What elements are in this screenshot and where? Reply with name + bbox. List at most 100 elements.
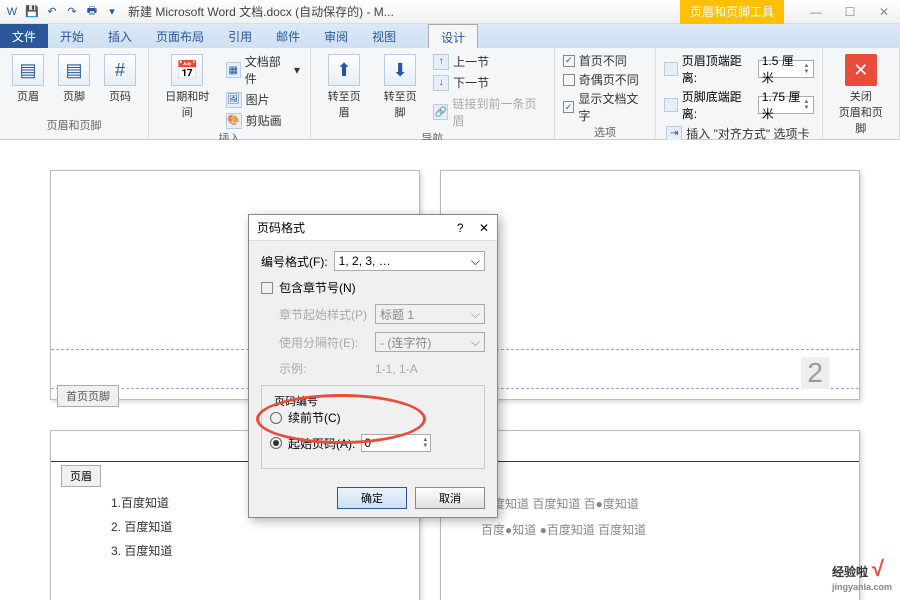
link-previous-button[interactable]: 🔗链接到前一条页眉 bbox=[431, 94, 546, 130]
print-icon[interactable]: 🖶 bbox=[84, 4, 100, 20]
start-at-input[interactable]: 0▲▼ bbox=[361, 434, 431, 452]
tab-design[interactable]: 设计 bbox=[428, 24, 478, 48]
close-header-footer-button[interactable]: ✕关闭 页眉和页脚 bbox=[831, 52, 892, 138]
tab-insert[interactable]: 插入 bbox=[96, 24, 144, 48]
prev-section-button[interactable]: ↑上一节 bbox=[431, 52, 546, 71]
picture-icon: 🖼 bbox=[226, 92, 242, 108]
link-icon: 🔗 bbox=[433, 104, 448, 120]
line: 2. 百度知道 bbox=[111, 515, 172, 539]
tab-references[interactable]: 引用 bbox=[216, 24, 264, 48]
start-at-radio[interactable]: 起始页码(A): 0▲▼ bbox=[270, 434, 476, 452]
fieldset-legend: 页码编号 bbox=[270, 393, 322, 409]
footer-area[interactable] bbox=[441, 349, 859, 389]
dialog-body: 编号格式(F): 1, 2, 3, …⌵ 包含章节号(N) 章节起始样式(P) … bbox=[249, 241, 497, 479]
footer-button[interactable]: ▤页脚 bbox=[54, 52, 94, 106]
dialog-close-button[interactable]: ✕ bbox=[479, 221, 489, 235]
line: 百度知道 百度知道 百●度知道 bbox=[481, 491, 646, 517]
goto-header-button[interactable]: ⬆转至页眉 bbox=[319, 52, 369, 122]
spinner-icon[interactable]: ▲▼ bbox=[804, 63, 810, 75]
tab-home[interactable]: 开始 bbox=[48, 24, 96, 48]
header-tag: 页眉 bbox=[61, 465, 101, 487]
separator-combo: - (连字符)⌵ bbox=[375, 332, 485, 352]
ok-button[interactable]: 确定 bbox=[337, 487, 407, 509]
qat-dropdown-icon[interactable]: ▾ bbox=[104, 4, 120, 20]
check-icon: √ bbox=[872, 556, 884, 581]
measure-icon bbox=[664, 98, 677, 112]
tab-view[interactable]: 视图 bbox=[360, 24, 408, 48]
tab-layout[interactable]: 页面布局 bbox=[144, 24, 216, 48]
tab-review[interactable]: 审阅 bbox=[312, 24, 360, 48]
spinner-icon[interactable]: ▲▼ bbox=[422, 437, 428, 449]
help-button[interactable]: ? bbox=[457, 221, 464, 235]
continue-radio[interactable]: 续前节(C) bbox=[270, 409, 476, 426]
page-2: 2 bbox=[440, 170, 860, 400]
number-format-combo[interactable]: 1, 2, 3, …⌵ bbox=[334, 251, 485, 271]
page-number-display: 2 bbox=[801, 357, 829, 389]
goto-footer-button[interactable]: ⬇转至页脚 bbox=[375, 52, 425, 122]
picture-button[interactable]: 🖼图片 bbox=[224, 90, 302, 109]
header-from-top-row: 页眉顶端距离:1.5 厘米▲▼ bbox=[664, 52, 813, 86]
example-row: 示例: 1-1, 1-A bbox=[279, 360, 485, 377]
radio-icon bbox=[270, 437, 282, 449]
line: 3. 百度知道 bbox=[111, 539, 172, 563]
group-close: ✕关闭 页眉和页脚 关闭 bbox=[823, 48, 900, 139]
document-parts-button[interactable]: ▦文档部件▾ bbox=[224, 52, 302, 88]
dropdown-icon: ▾ bbox=[294, 63, 300, 77]
separator-row: 使用分隔符(E): - (连字符)⌵ bbox=[279, 332, 485, 352]
radio-icon bbox=[270, 412, 282, 424]
line: 百度●知道 ●百度知道 百度知道 bbox=[481, 517, 646, 543]
parts-icon: ▦ bbox=[226, 62, 241, 78]
cancel-button[interactable]: 取消 bbox=[415, 487, 485, 509]
close-icon: ✕ bbox=[845, 54, 877, 86]
label: 编号格式(F): bbox=[261, 253, 328, 270]
dropdown-icon: ⌵ bbox=[471, 254, 480, 269]
header-icon: ▤ bbox=[12, 54, 44, 86]
ribbon: ▤页眉 ▤页脚 #页码 页眉和页脚 📅日期和时间 ▦文档部件▾ 🖼图片 🎨剪贴画… bbox=[0, 48, 900, 140]
tab-mailings[interactable]: 邮件 bbox=[264, 24, 312, 48]
maximize-button[interactable]: ☐ bbox=[838, 5, 862, 19]
show-document-text-checkbox[interactable]: ✓显示文档文字 bbox=[563, 90, 648, 124]
tab-file[interactable]: 文件 bbox=[0, 24, 48, 48]
close-button[interactable]: ✕ bbox=[872, 5, 896, 19]
contextual-tab-label: 页眉和页脚工具 bbox=[680, 0, 784, 24]
measure-icon bbox=[664, 62, 677, 76]
dialog-buttons: 确定 取消 bbox=[249, 479, 497, 517]
window-title: 新建 Microsoft Word 文档.docx (自动保存的) - M... bbox=[128, 3, 680, 20]
page-numbering-fieldset: 页码编号 续前节(C) 起始页码(A): 0▲▼ bbox=[261, 385, 485, 469]
page-number-button[interactable]: #页码 bbox=[100, 52, 140, 106]
checkbox-icon: ✓ bbox=[563, 101, 575, 113]
window-controls: — ☐ ✕ bbox=[804, 5, 896, 19]
calendar-icon: 📅 bbox=[171, 54, 203, 86]
redo-icon[interactable]: ↷ bbox=[64, 4, 80, 20]
checkbox-icon bbox=[563, 74, 575, 86]
group-navigation: ⬆转至页眉 ⬇转至页脚 ↑上一节 ↓下一节 🔗链接到前一条页眉 导航 bbox=[311, 48, 555, 139]
group-label: 页眉和页脚 bbox=[8, 117, 140, 135]
header-button[interactable]: ▤页眉 bbox=[8, 52, 48, 106]
prev-icon: ↑ bbox=[433, 54, 449, 70]
checkbox-icon: ✓ bbox=[563, 55, 575, 67]
minimize-button[interactable]: — bbox=[804, 5, 828, 19]
dialog-title-controls: ? ✕ bbox=[457, 221, 489, 235]
body-text: 百度知道 百度知道 百●度知道 百度●知道 ●百度知道 百度知道 bbox=[481, 491, 646, 544]
next-section-button[interactable]: ↓下一节 bbox=[431, 73, 546, 92]
header-top-input[interactable]: 1.5 厘米▲▼ bbox=[758, 60, 814, 78]
chapter-style-row: 章节起始样式(P) 标题 1⌵ bbox=[279, 304, 485, 324]
different-first-checkbox[interactable]: ✓首页不同 bbox=[563, 52, 648, 69]
goto-header-icon: ⬆ bbox=[328, 54, 360, 86]
watermark: 经验啦 √ jingyanla.com bbox=[832, 556, 892, 592]
dialog-titlebar: 页码格式 ? ✕ bbox=[249, 215, 497, 241]
dropdown-icon: ⌵ bbox=[471, 307, 480, 322]
include-chapter-checkbox[interactable]: 包含章节号(N) bbox=[261, 279, 485, 296]
clipart-button[interactable]: 🎨剪贴画 bbox=[224, 111, 302, 130]
group-options: ✓首页不同 奇偶页不同 ✓显示文档文字 选项 bbox=[555, 48, 657, 139]
undo-icon[interactable]: ↶ bbox=[44, 4, 60, 20]
different-odd-even-checkbox[interactable]: 奇偶页不同 bbox=[563, 71, 648, 88]
checkbox-icon bbox=[261, 282, 273, 294]
footer-bottom-input[interactable]: 1.75 厘米▲▼ bbox=[758, 96, 814, 114]
first-page-footer-tag: 首页页脚 bbox=[57, 385, 119, 407]
save-icon[interactable]: 💾 bbox=[24, 4, 40, 20]
clipart-icon: 🎨 bbox=[226, 113, 242, 129]
spinner-icon[interactable]: ▲▼ bbox=[804, 99, 810, 111]
datetime-button[interactable]: 📅日期和时间 bbox=[157, 52, 218, 122]
next-icon: ↓ bbox=[433, 75, 449, 91]
